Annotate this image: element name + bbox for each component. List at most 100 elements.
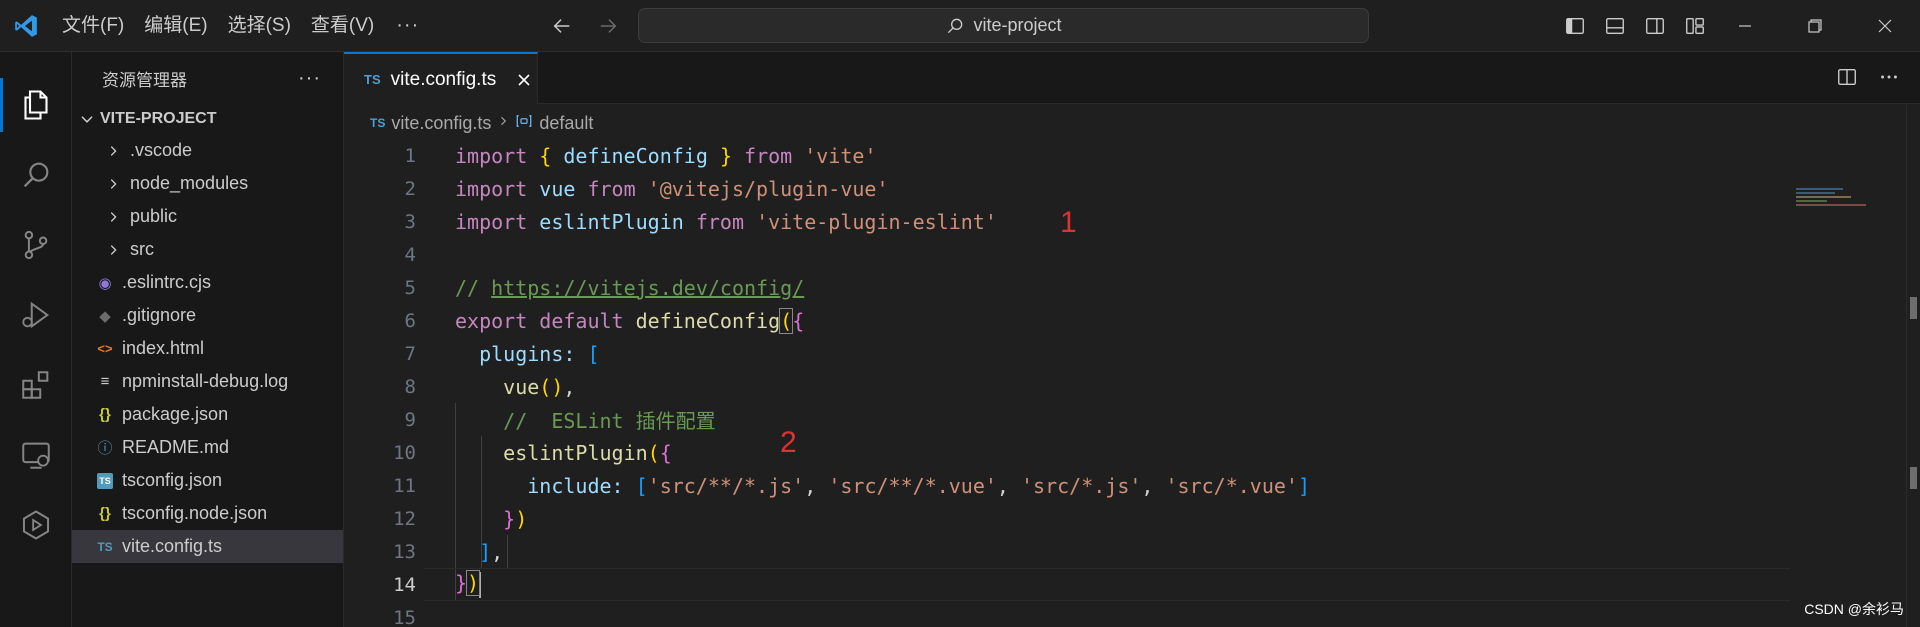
code-text: vue(), bbox=[503, 374, 576, 399]
code-line: 5 // https://vitejs.dev/config/ bbox=[344, 271, 1920, 304]
toggle-secondary-sidebar-icon[interactable] bbox=[1642, 13, 1668, 39]
file-name: .gitignore bbox=[122, 305, 197, 325]
folder-item[interactable]: public bbox=[72, 200, 343, 233]
code-line: 12 }) bbox=[344, 502, 1920, 535]
file-item[interactable]: {} tsconfig.node.json bbox=[72, 497, 343, 530]
file-item[interactable]: {} package.json bbox=[72, 398, 343, 431]
code-line: 1 import { defineConfig } from 'vite' bbox=[344, 139, 1920, 172]
scrollbar-marker bbox=[1910, 297, 1917, 319]
symbol-variable-icon bbox=[515, 112, 533, 135]
more-actions-icon[interactable] bbox=[1878, 66, 1900, 93]
tab-vite-config[interactable]: TS vite.config.ts bbox=[344, 52, 538, 105]
file-name: index.html bbox=[122, 338, 205, 358]
file-item[interactable]: ⓘ README.md bbox=[72, 431, 343, 464]
vertical-scrollbar[interactable] bbox=[1906, 105, 1920, 627]
file-item[interactable]: ≡ npminstall-debug.log bbox=[72, 365, 343, 398]
annotation-1: 1 bbox=[1060, 206, 1077, 239]
navigation-arrows bbox=[548, 12, 622, 40]
file-name: package.json bbox=[122, 404, 229, 424]
chevron-down-icon bbox=[81, 116, 93, 123]
tab-label: vite.config.ts bbox=[390, 68, 497, 90]
code-editor[interactable]: 1 import { defineConfig } from 'vite' 2 im… bbox=[344, 139, 1920, 627]
run-debug-icon[interactable] bbox=[0, 280, 72, 350]
search-activity-icon[interactable] bbox=[0, 140, 72, 210]
search-icon bbox=[948, 18, 963, 33]
file-item[interactable]: ◉ .eslintrc.cjs bbox=[72, 266, 343, 299]
line-number: 6 bbox=[404, 309, 416, 332]
file-item[interactable]: ◆ .gitignore bbox=[72, 299, 343, 332]
file-item[interactable]: <> index.html bbox=[72, 332, 343, 365]
forward-arrow-icon[interactable] bbox=[594, 12, 622, 40]
title-bar: 文件(F) 编辑(E) 选择(S) 查看(V) ··· vite-project bbox=[0, 0, 1920, 52]
code-text: import vue from '@vitejs/plugin-vue' bbox=[455, 176, 889, 201]
sidebar-more-button[interactable]: ··· bbox=[298, 67, 321, 90]
code-line: 8 vue(), bbox=[344, 370, 1920, 403]
code-text: // ESLint 插件配置 bbox=[503, 409, 716, 433]
split-editor-icon[interactable] bbox=[1836, 66, 1858, 93]
file-name: README.md bbox=[122, 437, 230, 457]
source-control-icon[interactable] bbox=[0, 210, 72, 280]
close-icon[interactable] bbox=[516, 72, 532, 88]
line-number: 3 bbox=[404, 210, 416, 233]
back-arrow-icon[interactable] bbox=[548, 12, 576, 40]
line-number: 10 bbox=[393, 441, 416, 464]
line-number: 7 bbox=[404, 342, 416, 365]
close-window-icon[interactable] bbox=[1850, 0, 1920, 52]
sidebar-header: 资源管理器 ··· bbox=[72, 52, 343, 104]
code-text: import eslintPlugin from 'vite-plugin-es… bbox=[455, 209, 997, 234]
folder-item[interactable]: src bbox=[72, 233, 343, 266]
chevron-right-icon bbox=[100, 177, 126, 191]
folder-item[interactable]: node_modules bbox=[72, 167, 343, 200]
code-text: }) bbox=[455, 570, 482, 598]
line-number: 12 bbox=[393, 507, 416, 530]
window-controls bbox=[1710, 0, 1920, 52]
file-name: npminstall-debug.log bbox=[122, 371, 289, 391]
menu-selection[interactable]: 选择(S) bbox=[218, 0, 301, 52]
menu-more-button[interactable]: ··· bbox=[384, 14, 431, 37]
code-line: 13 ], bbox=[344, 535, 1920, 568]
layout-controls bbox=[1562, 13, 1708, 39]
remote-explorer-icon[interactable] bbox=[0, 420, 72, 490]
file-name: .eslintrc.cjs bbox=[122, 272, 212, 292]
editor-actions bbox=[1836, 66, 1900, 93]
toggle-panel-icon[interactable] bbox=[1602, 13, 1628, 39]
project-root[interactable]: VITE-PROJECT bbox=[72, 104, 343, 134]
customize-layout-icon[interactable] bbox=[1682, 13, 1708, 39]
line-number: 1 bbox=[404, 144, 416, 167]
line-number: 15 bbox=[393, 606, 416, 627]
explorer-icon[interactable] bbox=[0, 70, 72, 140]
file-item[interactable]: TS tsconfig.json bbox=[72, 464, 343, 497]
minimap[interactable] bbox=[1796, 188, 1874, 218]
menu-edit[interactable]: 编辑(E) bbox=[134, 0, 217, 52]
html-icon: <> bbox=[97, 341, 113, 356]
code-text: include: ['src/**/*.js', 'src/**/*.vue',… bbox=[527, 473, 1311, 498]
code-line: 7 plugins: [ bbox=[344, 337, 1920, 370]
extensions-icon[interactable] bbox=[0, 350, 72, 420]
typescript-icon: TS bbox=[364, 72, 381, 87]
chevron-right-icon bbox=[100, 144, 126, 158]
file-name: vite.config.ts bbox=[122, 536, 223, 556]
menu-file[interactable]: 文件(F) bbox=[52, 0, 134, 52]
info-icon: ⓘ bbox=[97, 440, 113, 457]
testing-icon[interactable] bbox=[0, 490, 72, 560]
menu-view[interactable]: 查看(V) bbox=[301, 0, 384, 52]
file-item-selected[interactable]: TS vite.config.ts bbox=[72, 530, 343, 563]
toggle-primary-sidebar-icon[interactable] bbox=[1562, 13, 1588, 39]
folder-name: src bbox=[130, 239, 154, 259]
chevron-right-icon bbox=[100, 210, 126, 224]
vscode-logo-icon bbox=[0, 0, 52, 52]
breadcrumb-symbol[interactable]: default bbox=[539, 113, 593, 134]
restore-icon[interactable] bbox=[1780, 0, 1850, 52]
code-line: 6 export default defineConfig({ bbox=[344, 304, 1920, 337]
line-number: 9 bbox=[404, 408, 416, 431]
typescript-icon: TS bbox=[97, 539, 113, 554]
code-line: 3 import eslintPlugin from 'vite-plugin-e… bbox=[344, 205, 1920, 238]
explorer-sidebar: 资源管理器 ··· VITE-PROJECT .vscode node_modu… bbox=[72, 52, 344, 627]
breadcrumb-file[interactable]: vite.config.ts bbox=[391, 113, 491, 134]
breadcrumb-separator-icon bbox=[497, 114, 509, 132]
command-center-search[interactable]: vite-project bbox=[638, 8, 1369, 43]
folder-item[interactable]: .vscode bbox=[72, 134, 343, 167]
code-line: 15 bbox=[344, 601, 1920, 627]
folder-name: node_modules bbox=[130, 173, 249, 193]
minimize-icon[interactable] bbox=[1710, 0, 1780, 52]
